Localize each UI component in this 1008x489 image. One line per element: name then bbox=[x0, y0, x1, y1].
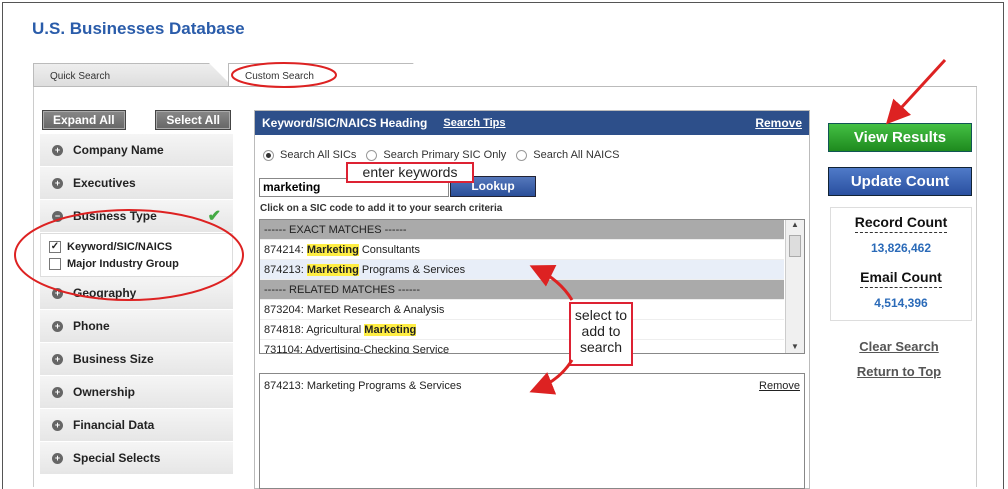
arrow-to-result-item bbox=[529, 264, 574, 301]
arrow-to-view-results bbox=[885, 58, 947, 125]
highlight-ellipse-tab bbox=[231, 62, 337, 88]
arrow-to-selected-box bbox=[529, 359, 574, 395]
annotation-overlay bbox=[14, 58, 947, 395]
highlight-ellipse-business-type bbox=[14, 209, 244, 301]
